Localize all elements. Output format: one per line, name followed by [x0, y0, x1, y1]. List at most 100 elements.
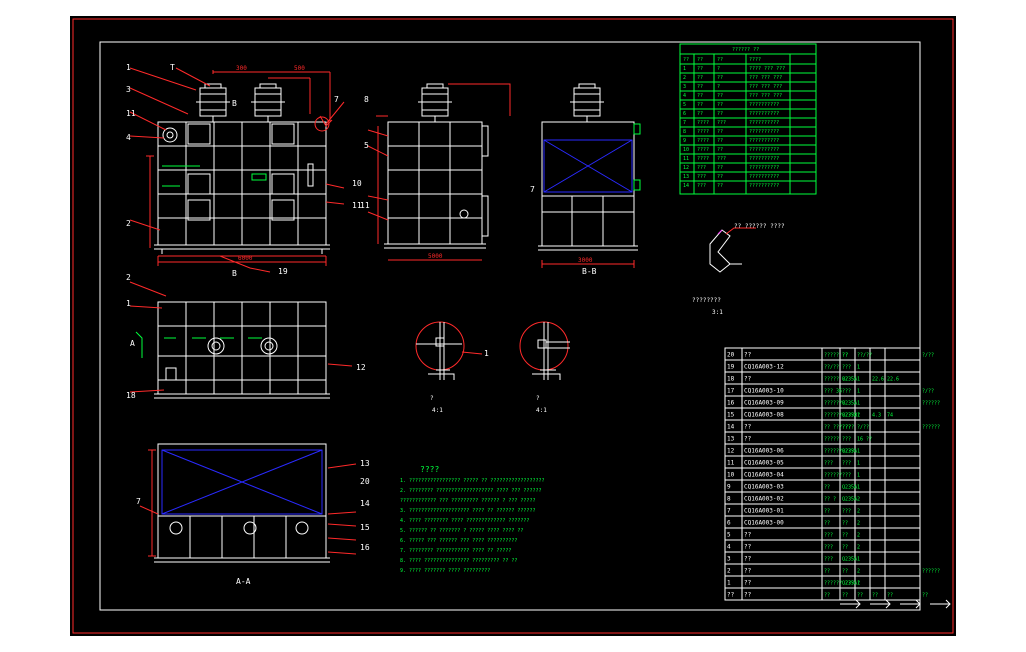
note-line: 9. ???? ??????? ???? ????????? — [400, 568, 490, 574]
parts-cell: 1 — [857, 400, 860, 406]
nozzle-cell: ??? — [717, 156, 726, 162]
parts-cell: CQ16A003-09 — [744, 399, 784, 406]
parts-cell: ?? — [842, 352, 848, 358]
detail-b-scale: 4:1 — [536, 407, 547, 414]
nozzle-cell: 14 — [683, 183, 689, 189]
note-line: 5. ?????? ?? ??????? ? ????? ???? ???? ?… — [400, 528, 523, 534]
parts-cell: ??? — [824, 460, 833, 466]
nozzle-cell: ?????????? — [749, 183, 779, 189]
parts-cell: ??/?? — [857, 352, 872, 358]
parts-cell: 1 — [857, 448, 860, 454]
aa-callout-16: 16 — [360, 543, 370, 552]
plan-callout-2: 2 — [126, 273, 131, 282]
nozzle-cell: 2 — [683, 75, 686, 81]
parts-cell: ?/?? — [922, 352, 934, 358]
side-view[interactable] — [367, 83, 511, 261]
plan-callout-1: 1 — [126, 299, 131, 308]
nozzle-cell: ?????????? — [749, 129, 779, 135]
weld-detail[interactable] — [709, 227, 756, 273]
detail-b-label: ? — [536, 395, 540, 402]
parts-cell: ??? — [842, 424, 851, 430]
note-line: 1. ????????????????? ????? ?? ??????????… — [400, 478, 545, 484]
parts-cell: 2 — [857, 520, 860, 526]
parts-cell: 3 — [727, 555, 731, 562]
bb-view[interactable] — [538, 83, 641, 268]
nozzle-cell: ?????????? — [749, 111, 779, 117]
parts-cell: Q235A — [842, 556, 857, 562]
parts-cell: ?? — [842, 532, 848, 538]
plan-callout-18: 18 — [126, 391, 136, 400]
parts-cell: Q235A — [842, 376, 857, 382]
cad-viewport[interactable]: 1 T 3 11 4 2 7 B 10 11 19 B 300 500 6000… — [70, 16, 956, 636]
parts-cell: 4.3 — [872, 412, 881, 418]
note-line: 7. ???????? ??????????? ???? ?? ????? — [400, 548, 511, 554]
parts-cell: 2 — [727, 567, 731, 574]
parts-cell: 1 — [857, 556, 860, 562]
plan-callout-12: 12 — [356, 363, 366, 372]
plan-view[interactable] — [129, 281, 353, 399]
technical-notes: 1. ????????????????? ????? ?? ??????????… — [400, 478, 545, 574]
parts-cell: 1 — [857, 364, 860, 370]
parts-cell: 2 — [857, 532, 860, 538]
nozzle-cell: ?? — [717, 93, 723, 99]
parts-cell: 2 — [857, 496, 860, 502]
callout-t: T — [170, 63, 175, 72]
parts-cell: CQ16A003-01 — [744, 507, 784, 514]
nozzle-cell: ???? — [697, 138, 709, 144]
aa-callout-7: 7 — [136, 497, 141, 506]
section-marker-b: B — [232, 99, 237, 108]
nozzle-cell: 4 — [683, 93, 686, 99]
nozzle-cell: ??? — [697, 174, 706, 180]
view-label-aa: A-A — [236, 577, 251, 586]
nozzle-cell: ?????????? — [749, 165, 779, 171]
nozzle-cell: ?????????? — [749, 138, 779, 144]
callout-2: 2 — [126, 219, 131, 228]
parts-cell: ?? — [842, 520, 848, 526]
parts-cell: ?? — [744, 351, 752, 358]
nozzle-cell: ?? — [717, 183, 723, 189]
parts-cell: 12 — [727, 447, 735, 454]
parts-cell: ?? — [842, 592, 848, 598]
nozzle-header-cell: ?? — [717, 57, 723, 63]
nozzle-cell: ?? — [717, 75, 723, 81]
parts-cell: ?/?? — [857, 424, 869, 430]
parts-cell: 11 — [727, 459, 735, 466]
parts-cell: ?????? — [922, 424, 940, 430]
parts-cell: 14 — [727, 423, 735, 430]
nozzle-cell: ?? — [697, 102, 703, 108]
parts-cell: ?? — [744, 375, 752, 382]
view-label-b: B — [232, 269, 237, 278]
parts-cell: CQ16A003-05 — [744, 459, 784, 466]
nozzle-cell: 12 — [683, 165, 689, 171]
parts-cell: 5 — [727, 531, 731, 538]
parts-cell: ?? — [842, 544, 848, 550]
parts-cell: 6 — [727, 519, 731, 526]
parts-cell: Q235A — [842, 580, 857, 586]
callout-11: 11 — [126, 109, 136, 118]
parts-cell: Q235A — [842, 412, 857, 418]
nozzle-cell: ?? — [717, 147, 723, 153]
parts-cell: ?? — [824, 568, 830, 574]
parts-cell: 20 — [727, 351, 735, 358]
nozzle-cell: 9 — [683, 138, 686, 144]
nozzle-cell: 10 — [683, 147, 689, 153]
detail-a-view[interactable] — [415, 321, 483, 380]
detail-b-view[interactable] — [519, 321, 570, 380]
parts-cell: 1 — [727, 579, 731, 586]
parts-cell: ?????? — [922, 568, 940, 574]
parts-cell: 74 — [887, 412, 893, 418]
parts-cell: ??? 36 — [824, 388, 842, 394]
parts-cell: ??/?? — [824, 364, 839, 370]
nozzle-cell: ??? — [717, 120, 726, 126]
parts-cell: ??? — [824, 532, 833, 538]
parts-cell: ??? — [842, 460, 851, 466]
aa-view[interactable] — [139, 443, 357, 563]
front-view[interactable] — [129, 67, 345, 273]
nozzle-cell: 1 — [683, 66, 686, 72]
nozzle-cell: ???? — [697, 129, 709, 135]
parts-cell: ?? — [857, 592, 863, 598]
callout-10: 10 — [352, 179, 362, 188]
bb-callout-7: 7 — [530, 185, 535, 194]
nozzle-cell: 11 — [683, 156, 689, 162]
nozzle-cell: ?????????? — [749, 102, 779, 108]
